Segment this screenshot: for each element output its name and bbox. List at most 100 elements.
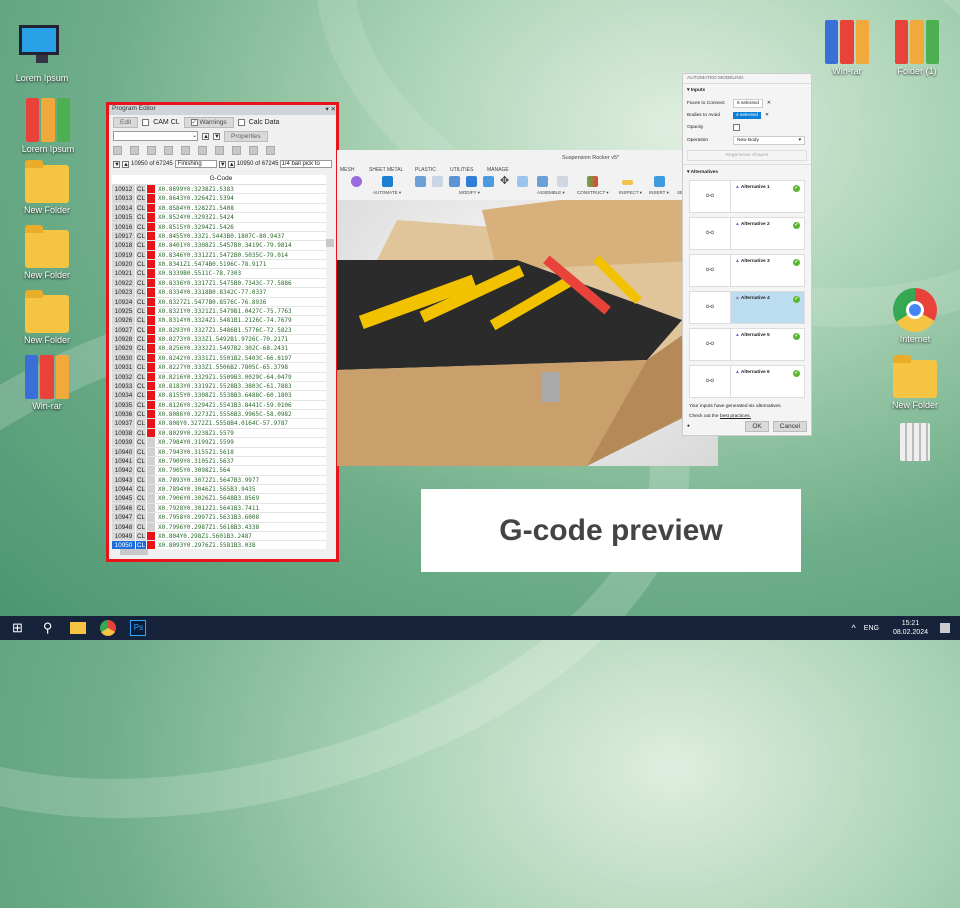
up-arrow-button[interactable]: ▲ (202, 132, 209, 140)
shell-icon[interactable] (449, 176, 460, 187)
down-arrow-button[interactable]: ▼ (113, 160, 120, 168)
up-arrow-button[interactable]: ▲ (122, 160, 129, 168)
inspect-menu[interactable]: INSPECT ▾ (619, 190, 642, 196)
alternative-card[interactable]: ⚯ ▲ Alternative 1 ✓ (689, 180, 805, 213)
gcode-row[interactable]: 10942 CL X0.7905Y0.3098Z1.564 (112, 466, 330, 476)
desktop-icon-winrar[interactable]: Win-rar (15, 355, 79, 411)
vertical-scrollbar[interactable] (326, 175, 334, 551)
notification-icon[interactable] (940, 623, 950, 633)
gcode-row[interactable]: 10912 CL X0.8699Y0.3238Z1.5383 (112, 185, 330, 195)
modify-menu[interactable]: MODIFY ▾ (459, 190, 480, 196)
gcode-row[interactable]: 10927 CL X0.8293Y0.3327Z1.5486B1.5776C-72.… (112, 325, 330, 335)
faces-selection[interactable]: 6 selected (733, 99, 763, 108)
desktop-icon-winrar[interactable]: Win-rar (815, 20, 879, 76)
move-icon[interactable]: ✥ (500, 176, 511, 187)
gcode-row[interactable]: 10931 CL X0.8227Y0.333Z1.5506B2.7805C-65.3… (112, 363, 330, 373)
press-pull-icon[interactable] (415, 176, 426, 187)
gcode-column-header[interactable]: G-Code (112, 175, 330, 185)
edit-button[interactable]: Edit (113, 116, 139, 128)
tool-icon[interactable] (113, 145, 122, 155)
tool-icon[interactable] (147, 145, 156, 155)
align-icon[interactable] (517, 176, 528, 187)
gcode-row[interactable]: 10924 CL X0.8327Z1.5477B0.8576C-76.8936 (112, 297, 330, 307)
calc-data-checkbox[interactable] (237, 118, 245, 126)
info-icon[interactable]: ● (687, 424, 741, 429)
gcode-row[interactable]: 10934 CL X0.8155Y0.3308Z1.5538B3.6488C-60.… (112, 391, 330, 401)
cam-cl-checkbox[interactable] (142, 118, 150, 126)
combine-icon[interactable] (466, 176, 477, 187)
automate-icon[interactable] (382, 176, 393, 187)
operation-select[interactable]: New Body ▾ (733, 136, 805, 145)
tool-icon[interactable] (198, 145, 207, 155)
bodies-selection[interactable]: 4 selected (733, 112, 761, 119)
chrome-icon[interactable] (100, 620, 117, 636)
tool-icon[interactable] (130, 145, 139, 155)
warnings-toggle[interactable]: ✓ Warnings (183, 116, 234, 128)
save-icon[interactable] (249, 145, 258, 155)
desktop-icon-new-folder[interactable]: New Folder (15, 225, 79, 280)
alternative-card[interactable]: ⚯ ▲ Alternative 5 ✓ (689, 328, 805, 361)
fillet-icon[interactable] (432, 176, 443, 187)
desktop-icon-recycle-bin[interactable] (883, 423, 947, 463)
desktop-icon-lorem-ipsum-2[interactable]: Lorem Ipsum (16, 98, 80, 154)
tab-mesh[interactable]: MESH (340, 167, 354, 173)
joint-icon[interactable] (537, 176, 548, 187)
program-select[interactable]: ⌄ (113, 131, 198, 141)
tab-manage[interactable]: MANAGE (487, 167, 509, 173)
clear-icon[interactable]: ✕ (765, 113, 769, 118)
down-arrow-button[interactable]: ▼ (213, 132, 220, 140)
gcode-row[interactable]: 10933 CL X0.8183Y0.3319Z1.5528B3.3803C-61.… (112, 381, 330, 392)
tool-icon[interactable] (215, 145, 224, 155)
clock[interactable]: 15:21 08.02.2024 (893, 619, 928, 637)
gcode-row[interactable]: 10939 CL X0.7984Y0.3199Z1.5599 (112, 438, 330, 448)
measure-icon[interactable] (622, 180, 633, 185)
chart-icon[interactable] (266, 145, 275, 155)
language-indicator[interactable]: ENG (864, 625, 879, 632)
gcode-row[interactable]: 10920 CL X0.8341Z1.5474B0.5196C-78.9171 (112, 260, 330, 270)
windows-start-icon[interactable]: ⊞ (12, 620, 23, 636)
tool-select[interactable]: 1/4 ball pick to (280, 160, 332, 168)
tab-utilities[interactable]: UTILITIES (450, 167, 473, 173)
gcode-row[interactable]: 10941 CL X0.7909Y0.3105Z1.5637 (112, 456, 330, 467)
desktop-icon-folder-1[interactable]: Folder (1) (885, 20, 949, 76)
gcode-row[interactable]: 10925 CL X0.8321Y0.3321Z1.5479B1.0427C-75.… (112, 306, 330, 317)
offset-icon[interactable] (483, 176, 494, 187)
up-arrow-button[interactable]: ▲ (227, 160, 235, 168)
clear-icon[interactable]: ✕ (767, 101, 771, 106)
desktop-icon-new-folder[interactable]: New Folder (15, 160, 79, 215)
ok-button[interactable]: OK (745, 421, 769, 432)
file-explorer-icon[interactable] (70, 622, 87, 634)
photoshop-icon[interactable]: Ps (130, 620, 147, 636)
gcode-row[interactable]: 10921 CL X0.8339B0.5511C-78.7303 (112, 269, 330, 279)
automate-menu[interactable]: AUTOMATE ▾ (373, 190, 401, 196)
tool-icon[interactable] (232, 145, 241, 155)
gcode-row[interactable]: 10923 CL X0.8334Y0.3318B0.8342C-77.0337 (112, 288, 330, 298)
gcode-row[interactable]: 10914 CL X0.8584Y0.3282Z1.5408 (112, 203, 330, 214)
opacity-checkbox[interactable] (733, 124, 740, 131)
tool-icon[interactable] (164, 145, 173, 155)
gcode-row[interactable]: 10929 CL X0.8256Y0.3332Z1.5497B2.302C-68.2… (112, 344, 330, 354)
insert-image-icon[interactable] (654, 176, 665, 187)
gcode-row[interactable]: 10915 CL X0.8524Y0.3293Z1.5424 (112, 213, 330, 223)
insert-menu[interactable]: INSERT ▾ (649, 190, 669, 196)
gcode-row[interactable]: 10936 CL X0.8086Y0.3273Z1.5556B3.9965C-58.… (112, 410, 330, 420)
construct-menu[interactable]: CONSTRUCT ▾ (577, 190, 609, 196)
gcode-row[interactable]: 10946 CL X0.7928Y0.3012Z1.5641B3.7411 (112, 503, 330, 514)
gcode-row[interactable]: 10922 CL X0.8336Y0.3317Z1.5475B0.7343C-77.… (112, 278, 330, 289)
chevron-up-icon[interactable]: ^ (852, 623, 856, 633)
gcode-row[interactable]: 10928 CL X0.8273Y0.333Z1.5492B1.9726C-70.2… (112, 335, 330, 345)
alternative-card[interactable]: ⚯ ▲ Alternative 3 ✓ (689, 254, 805, 287)
gcode-row[interactable]: 10940 CL X0.7943Y0.3155Z1.5618 (112, 447, 330, 457)
horizontal-scrollbar[interactable] (112, 549, 330, 557)
desktop-icon-new-folder[interactable]: New Folder (883, 355, 947, 410)
tab-sheet-metal[interactable]: SHEET METAL (369, 167, 403, 173)
gcode-row[interactable]: 10935 CL X0.8126Y0.3294Z1.5541B3.8441C-59.… (112, 400, 330, 410)
gcode-row[interactable]: 10918 CL X0.8401Y0.3308Z1.5457B0.3419C-79.… (112, 241, 330, 251)
alternatives-section[interactable]: ▾ Alternatives (683, 164, 811, 180)
gcode-row[interactable]: 10930 CL X0.8242Y0.3331Z1.5501B2.5403C-66.… (112, 353, 330, 364)
plane-icon[interactable] (587, 176, 598, 187)
desktop-icon-internet[interactable]: Internet (883, 288, 947, 344)
close-icon[interactable]: ▾ ✕ (325, 105, 336, 115)
assemble-menu[interactable]: ASSEMBLE ▾ (537, 190, 565, 196)
toolbox-render-viewport[interactable] (337, 180, 718, 466)
